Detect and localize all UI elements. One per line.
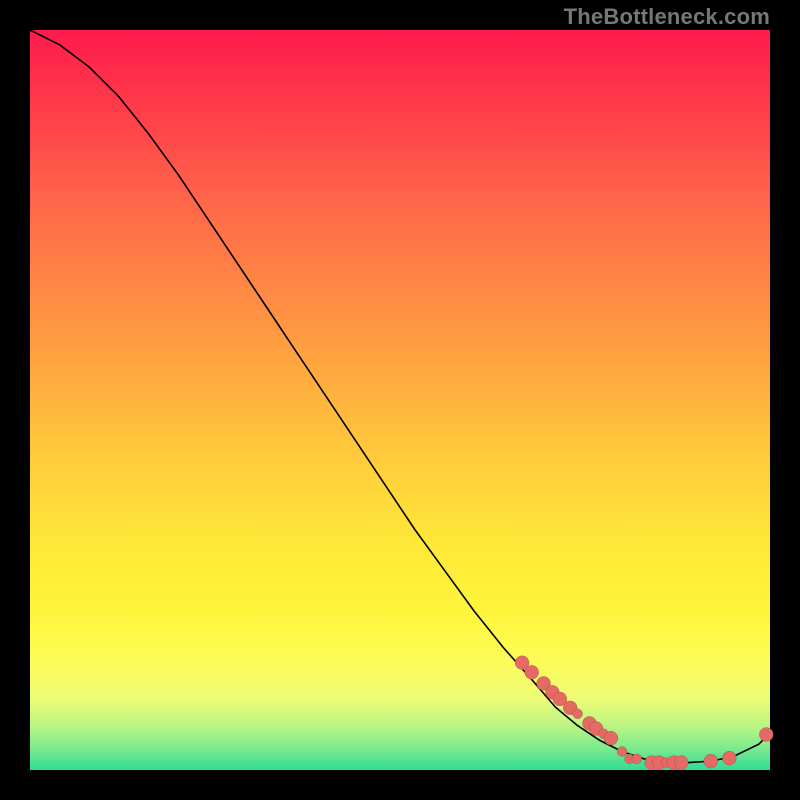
watermark-text: TheBottleneck.com <box>564 4 770 30</box>
curve-line <box>30 30 770 763</box>
data-marker <box>722 751 736 765</box>
chart-svg <box>30 30 770 770</box>
data-marker <box>632 754 642 764</box>
plot-area <box>30 30 770 770</box>
chart-frame: TheBottleneck.com <box>0 0 800 800</box>
data-marker <box>704 754 718 768</box>
data-marker <box>759 727 773 741</box>
data-marker <box>604 731 618 745</box>
data-marker <box>617 747 627 757</box>
data-marker <box>573 709 583 719</box>
data-marker <box>674 756 688 770</box>
marker-group <box>515 656 773 770</box>
data-marker <box>525 665 539 679</box>
